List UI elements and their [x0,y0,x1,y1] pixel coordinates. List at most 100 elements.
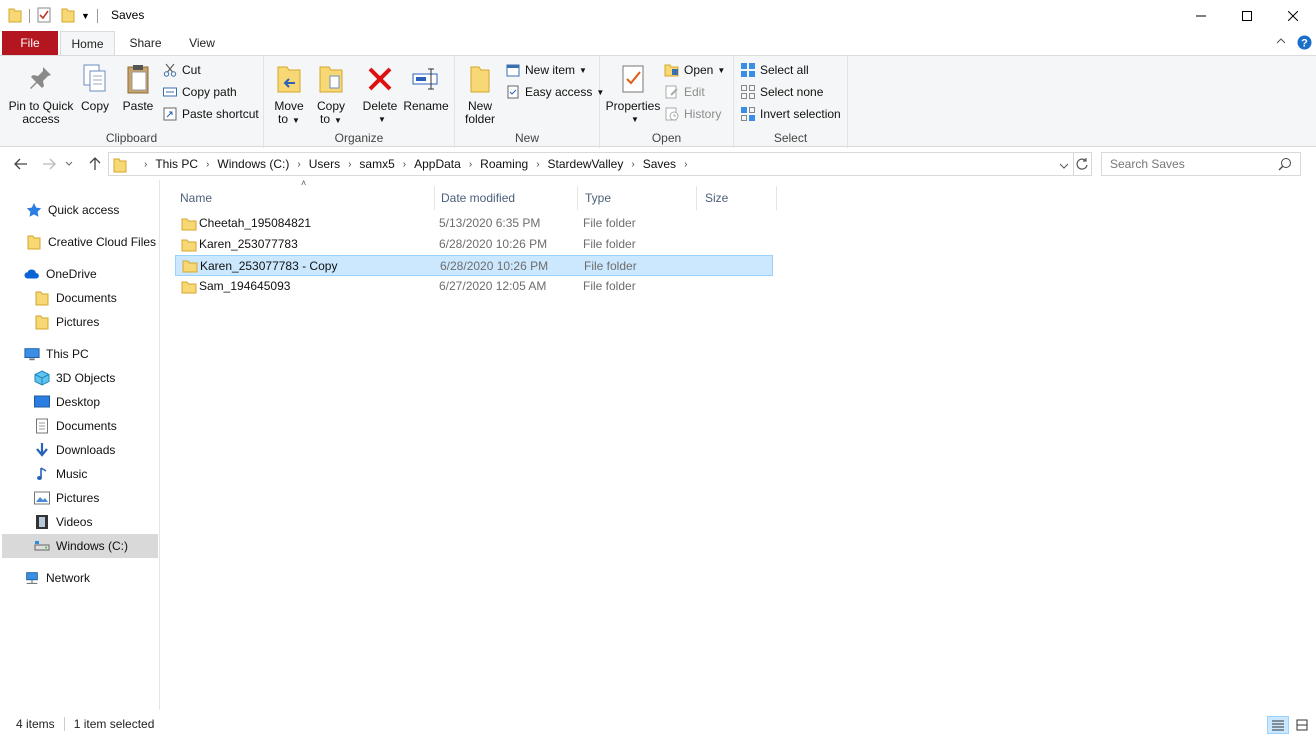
rename-button[interactable]: Rename [403,60,449,113]
breadcrumb-separator-icon[interactable]: › [464,159,477,170]
status-bar: 4 items 1 item selected [0,712,1316,736]
close-icon [1288,10,1298,21]
history-button[interactable]: History [664,104,721,124]
select-all-button[interactable]: Select all [740,60,809,80]
breadcrumb-this-pc[interactable]: This PC [152,157,201,171]
delete-button[interactable]: Delete ▼ [362,60,398,126]
copy-path-button[interactable]: Copy path [162,82,237,102]
new-group: New folder New item ▼ Easy access ▼ New [455,56,604,148]
nav-quick-access[interactable]: Quick access [26,198,119,222]
search-icon [1278,157,1292,174]
properties-icon[interactable] [37,7,51,26]
copy-button[interactable]: Copy [78,60,112,113]
copy-to-button[interactable]: Copy to ▼ [314,60,348,127]
nav-onedrive-pictures[interactable]: Pictures [34,310,99,334]
file-type: File folder [583,279,636,293]
file-row[interactable]: Sam_194645093 6/27/2020 12:05 AM File fo… [175,276,773,297]
details-view-button[interactable] [1267,716,1289,734]
large-icons-view-button[interactable] [1291,716,1313,734]
breadcrumb-saves[interactable]: Saves [640,157,679,171]
column-header-size[interactable]: Size [697,186,777,210]
breadcrumb-separator-icon[interactable]: › [679,159,692,170]
breadcrumb-separator-icon[interactable]: › [292,159,305,170]
nav-downloads[interactable]: Downloads [34,438,115,462]
close-button[interactable] [1270,0,1316,31]
invert-selection-button[interactable]: Invert selection [740,104,841,124]
forward-button[interactable] [40,155,58,173]
document-icon [34,418,50,434]
file-list: ˄ Name Date modified Type Size Cheetah_1… [170,178,1310,710]
file-row[interactable]: Karen_253077783 6/28/2020 10:26 PM File … [175,234,773,255]
nav-onedrive[interactable]: OneDrive [24,262,97,286]
customize-qat-icon[interactable]: ▼ [81,11,90,21]
edit-button[interactable]: Edit [664,82,705,102]
maximize-button[interactable] [1224,0,1270,31]
tab-view[interactable]: View [176,31,228,55]
tab-file[interactable]: File [2,31,58,55]
nav-pictures[interactable]: Pictures [34,486,99,510]
svg-text:?: ? [1301,38,1308,50]
nav-this-pc[interactable]: This PC [24,342,89,366]
new-folder-button[interactable]: New folder [461,60,499,126]
file-name: Karen_253077783 [199,237,298,251]
properties-button[interactable]: Properties ▼ [606,60,660,126]
refresh-icon[interactable] [1075,157,1089,174]
column-header-date-modified[interactable]: Date modified [433,186,578,210]
breadcrumb-stardewvalley[interactable]: StardewValley [545,157,627,171]
properties-caret: ▼ [631,115,639,124]
copy-path-icon [162,84,178,100]
select-none-button[interactable]: Select none [740,82,823,102]
address-history-chevron-icon[interactable] [1059,159,1069,173]
breadcrumb-separator-icon[interactable]: › [201,159,214,170]
recent-locations-button[interactable] [60,155,78,173]
breadcrumb-windows-c[interactable]: Windows (C:) [214,157,292,171]
nav-network[interactable]: Network [24,566,90,590]
nav-windows-c[interactable]: Windows (C:) [2,534,158,558]
search-input[interactable]: Search Saves [1101,152,1301,176]
breadcrumb-separator-icon[interactable]: › [343,159,356,170]
help-icon[interactable]: ? [1297,35,1312,53]
up-button[interactable] [86,155,104,173]
breadcrumb-separator-icon[interactable]: › [398,159,411,170]
nav-videos[interactable]: Videos [34,510,92,534]
breadcrumb-roaming[interactable]: Roaming [477,157,531,171]
move-to-button[interactable]: Move to ▼ [272,60,306,127]
file-row[interactable]: Cheetah_195084821 5/13/2020 6:35 PM File… [175,213,773,234]
new-item-button[interactable]: New item ▼ [505,60,587,80]
music-note-icon [34,466,50,482]
paste-shortcut-button[interactable]: Paste shortcut [162,104,259,124]
breadcrumb-samx5[interactable]: samx5 [356,157,397,171]
paste-button[interactable]: Paste [118,60,158,113]
tab-home[interactable]: Home [60,31,115,56]
rename-icon [410,60,442,98]
paste-label: Paste [122,99,154,113]
tab-share[interactable]: Share [118,31,173,55]
nav-3d-objects[interactable]: 3D Objects [34,366,115,390]
nav-label: 3D Objects [56,371,116,385]
details-view-icon [1272,720,1284,731]
open-button[interactable]: Open ▼ [664,60,725,80]
easy-access-button[interactable]: Easy access ▼ [505,82,604,102]
nav-desktop[interactable]: Desktop [34,390,100,414]
collapse-ribbon-icon[interactable] [1276,35,1286,49]
nav-music[interactable]: Music [34,462,87,486]
address-bar[interactable]: › This PC › Windows (C:) › Users › samx5… [108,152,1092,176]
column-header-name[interactable]: Name [172,186,435,210]
nav-label: Documents [56,291,117,305]
copy-label: Copy [80,99,109,113]
breadcrumb-separator-icon[interactable]: › [139,159,152,170]
breadcrumb-separator-icon[interactable]: › [626,159,639,170]
file-row-selected[interactable]: Karen_253077783 - Copy 6/28/2020 10:26 P… [175,255,773,276]
minimize-button[interactable] [1178,0,1224,31]
pin-to-quick-access-button[interactable]: Pin to Quick access [8,60,74,126]
column-header-type[interactable]: Type [577,186,697,210]
new-folder-icon[interactable] [61,7,75,26]
breadcrumb-appdata[interactable]: AppData [411,157,464,171]
nav-creative-cloud-files[interactable]: Creative Cloud Files [26,230,156,254]
back-button[interactable] [12,155,30,173]
nav-documents[interactable]: Documents [34,414,117,438]
breadcrumb-users[interactable]: Users [306,157,343,171]
cut-button[interactable]: Cut [162,60,201,80]
breadcrumb-separator-icon[interactable]: › [531,159,544,170]
nav-onedrive-documents[interactable]: Documents [34,286,117,310]
